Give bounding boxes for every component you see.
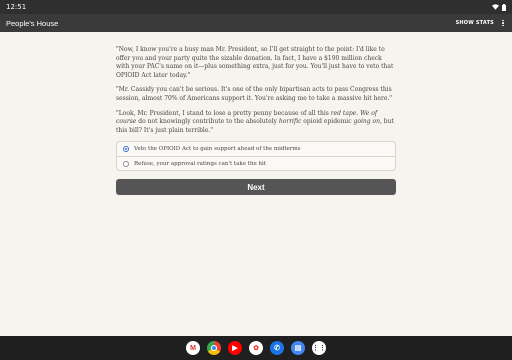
app-bar: People's House SHOW STATS	[0, 14, 512, 32]
photos-icon[interactable]: ✿	[249, 341, 263, 355]
youtube-icon[interactable]: ▶	[228, 341, 242, 355]
radio-button[interactable]	[123, 160, 129, 167]
story-paragraph-1: "Now, I know you're a busy man Mr. Presi…	[116, 46, 394, 79]
phone-icon[interactable]: ✆	[270, 341, 284, 355]
messages-icon[interactable]: ▤	[291, 341, 305, 355]
story-paragraph-3: "Look, Mr. President, I stand to lose a …	[116, 109, 394, 134]
app-dock: M ▶ ✿ ✆ ▤ ⋮⋮	[0, 336, 512, 360]
status-time: 12:51	[6, 3, 27, 11]
gmail-icon[interactable]: M	[186, 341, 200, 355]
app-drawer-icon[interactable]: ⋮⋮	[312, 341, 326, 355]
battery-icon	[502, 3, 506, 11]
choice-label: Refuse, your approval ratings can't take…	[134, 160, 267, 167]
radio-button-selected[interactable]	[123, 146, 129, 153]
choice-group: Veto the OPIOID Act to gain support ahea…	[116, 141, 396, 172]
next-button[interactable]: Next	[116, 179, 396, 196]
chrome-icon[interactable]	[207, 341, 221, 355]
story-content: "Now, I know you're a busy man Mr. Presi…	[116, 46, 396, 196]
status-bar: 12:51	[0, 0, 512, 14]
show-stats-button[interactable]: SHOW STATS	[456, 20, 494, 26]
wifi-icon	[492, 4, 499, 10]
status-icons	[492, 3, 506, 11]
overflow-menu-icon[interactable]	[500, 19, 506, 27]
choice-veto[interactable]: Veto the OPIOID Act to gain support ahea…	[117, 142, 395, 156]
story-paragraph-2: "Mr. Cassidy you can't be serious. It's …	[116, 86, 393, 102]
app-title: People's House	[6, 18, 59, 28]
choice-label: Veto the OPIOID Act to gain support ahea…	[134, 146, 301, 153]
choice-refuse[interactable]: Refuse, your approval ratings can't take…	[117, 156, 395, 170]
